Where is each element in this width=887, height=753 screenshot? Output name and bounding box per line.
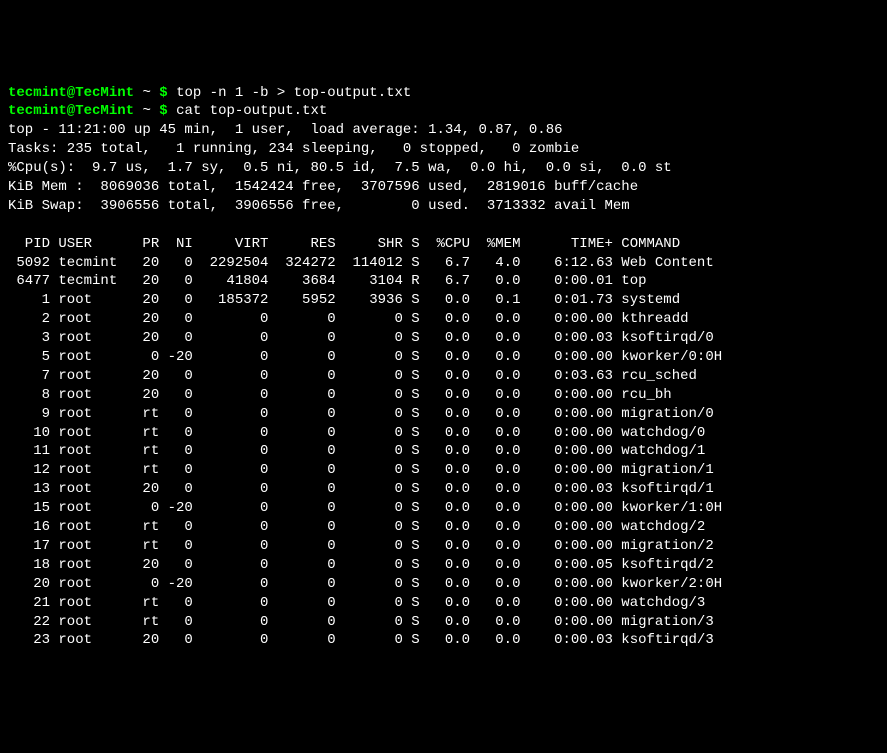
command-2: cat top-output.txt bbox=[176, 103, 327, 119]
process-row: 7 root 20 0 0 0 0 S 0.0 0.0 0:03.63 rcu_… bbox=[8, 367, 879, 386]
process-row: 13 root 20 0 0 0 0 S 0.0 0.0 0:00.03 kso… bbox=[8, 480, 879, 499]
process-row: 2 root 20 0 0 0 0 S 0.0 0.0 0:00.00 kthr… bbox=[8, 310, 879, 329]
process-row: 15 root 0 -20 0 0 0 S 0.0 0.0 0:00.00 kw… bbox=[8, 499, 879, 518]
process-row: 20 root 0 -20 0 0 0 S 0.0 0.0 0:00.00 kw… bbox=[8, 575, 879, 594]
process-header: PID USER PR NI VIRT RES SHR S %CPU %MEM … bbox=[8, 235, 879, 254]
command-1: top -n 1 -b > top-output.txt bbox=[176, 85, 411, 101]
process-row: 17 root rt 0 0 0 0 S 0.0 0.0 0:00.00 mig… bbox=[8, 537, 879, 556]
top-summary-1: top - 11:21:00 up 45 min, 1 user, load a… bbox=[8, 121, 879, 140]
process-row: 8 root 20 0 0 0 0 S 0.0 0.0 0:00.00 rcu_… bbox=[8, 386, 879, 405]
process-row: 9 root rt 0 0 0 0 S 0.0 0.0 0:00.00 migr… bbox=[8, 405, 879, 424]
process-row: 5092 tecmint 20 0 2292504 324272 114012 … bbox=[8, 254, 879, 273]
process-row: 12 root rt 0 0 0 0 S 0.0 0.0 0:00.00 mig… bbox=[8, 461, 879, 480]
terminal[interactable]: tecmint@TecMint ~ $ top -n 1 -b > top-ou… bbox=[8, 84, 879, 651]
process-row: 3 root 20 0 0 0 0 S 0.0 0.0 0:00.03 ksof… bbox=[8, 329, 879, 348]
blank-line bbox=[8, 216, 879, 235]
process-row: 23 root 20 0 0 0 0 S 0.0 0.0 0:00.03 kso… bbox=[8, 631, 879, 650]
prompt-tilde: ~ bbox=[142, 103, 150, 119]
process-row: 18 root 20 0 0 0 0 S 0.0 0.0 0:00.05 kso… bbox=[8, 556, 879, 575]
top-summary-5: KiB Swap: 3906556 total, 3906556 free, 0… bbox=[8, 197, 879, 216]
prompt-line-2: tecmint@TecMint ~ $ cat top-output.txt bbox=[8, 102, 879, 121]
prompt-tilde: ~ bbox=[142, 85, 150, 101]
top-summary-3: %Cpu(s): 9.7 us, 1.7 sy, 0.5 ni, 80.5 id… bbox=[8, 159, 879, 178]
prompt-userhost: tecmint@TecMint bbox=[8, 103, 134, 119]
process-row: 1 root 20 0 185372 5952 3936 S 0.0 0.1 0… bbox=[8, 291, 879, 310]
prompt-dollar: $ bbox=[159, 103, 167, 119]
process-row: 21 root rt 0 0 0 0 S 0.0 0.0 0:00.00 wat… bbox=[8, 594, 879, 613]
process-row: 10 root rt 0 0 0 0 S 0.0 0.0 0:00.00 wat… bbox=[8, 424, 879, 443]
process-list: 5092 tecmint 20 0 2292504 324272 114012 … bbox=[8, 254, 879, 651]
prompt-dollar: $ bbox=[159, 85, 167, 101]
process-row: 5 root 0 -20 0 0 0 S 0.0 0.0 0:00.00 kwo… bbox=[8, 348, 879, 367]
top-summary-2: Tasks: 235 total, 1 running, 234 sleepin… bbox=[8, 140, 879, 159]
process-row: 6477 tecmint 20 0 41804 3684 3104 R 6.7 … bbox=[8, 272, 879, 291]
prompt-line-1: tecmint@TecMint ~ $ top -n 1 -b > top-ou… bbox=[8, 84, 879, 103]
prompt-userhost: tecmint@TecMint bbox=[8, 85, 134, 101]
top-summary-4: KiB Mem : 8069036 total, 1542424 free, 3… bbox=[8, 178, 879, 197]
process-row: 11 root rt 0 0 0 0 S 0.0 0.0 0:00.00 wat… bbox=[8, 442, 879, 461]
process-row: 16 root rt 0 0 0 0 S 0.0 0.0 0:00.00 wat… bbox=[8, 518, 879, 537]
process-row: 22 root rt 0 0 0 0 S 0.0 0.0 0:00.00 mig… bbox=[8, 613, 879, 632]
